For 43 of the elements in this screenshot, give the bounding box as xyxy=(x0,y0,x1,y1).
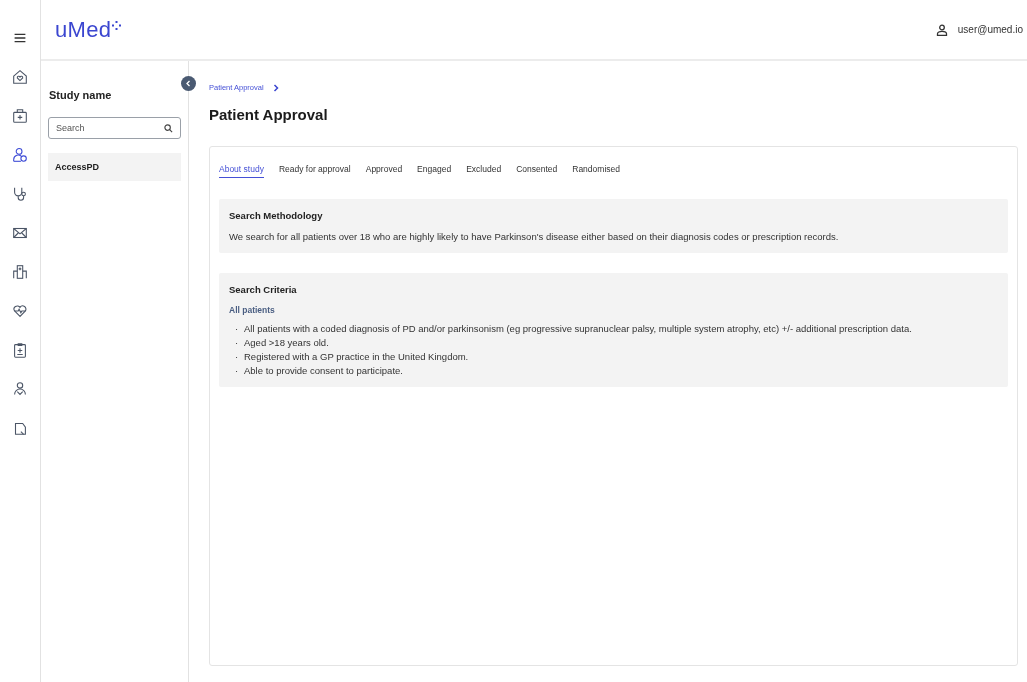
tab[interactable]: Approved xyxy=(365,164,403,178)
user-email[interactable]: user@umed.io xyxy=(957,24,1023,35)
medical-kit-icon xyxy=(11,107,29,125)
tab[interactable]: Ready for approval xyxy=(278,164,351,178)
bullet: · xyxy=(233,364,240,378)
bullet: · xyxy=(233,350,240,364)
stethoscope-icon xyxy=(11,185,29,203)
person-icon xyxy=(11,380,29,398)
clipboard-icon xyxy=(11,341,29,359)
nav-button[interactable] xyxy=(10,106,30,126)
nav-button[interactable] xyxy=(10,67,30,87)
chevron-right-icon xyxy=(272,83,279,92)
criteria-item: Aged >18 years old. xyxy=(244,336,329,350)
tab[interactable]: Excluded xyxy=(466,164,502,178)
section-title: Search Methodology xyxy=(229,210,324,221)
section-title: Search Criteria xyxy=(229,284,298,295)
criteria-subtitle: All patients xyxy=(229,305,276,315)
criteria-item: Able to provide consent to participate. xyxy=(244,364,403,378)
nav-button[interactable] xyxy=(10,145,30,165)
person-badge-icon xyxy=(11,146,29,164)
tab[interactable]: Randomised xyxy=(572,164,620,178)
methodology-text: We search for all patients over 18 who are highly likely to have Parkinson's disease either based on their diagnosis codes or prescription records. xyxy=(229,231,840,242)
criteria-item: Registered with a GP practice in the United Kingdom. xyxy=(244,350,469,364)
user-icon xyxy=(935,23,948,36)
study-item[interactable]: AccessPD xyxy=(48,153,181,181)
tab[interactable]: Engaged xyxy=(417,164,452,178)
chevron-left-icon xyxy=(185,80,192,87)
sparkle-icon xyxy=(112,20,122,30)
page-title: Patient Approval xyxy=(209,106,329,123)
heart-pulse-icon xyxy=(11,302,29,320)
panel-title: Study name xyxy=(49,89,113,101)
building-icon xyxy=(11,263,29,281)
nav-button[interactable] xyxy=(10,262,30,282)
logo-text: uMed xyxy=(55,16,112,43)
bullet: · xyxy=(233,336,240,350)
collapse-button[interactable] xyxy=(181,76,196,91)
criteria-item: All patients with a coded diagnosis of PD and/or parkinsonism (eg progressive supranuclear palsy, multiple system atrophy, etc) +/- additional prescription data. xyxy=(244,322,912,336)
tab[interactable]: Consented xyxy=(516,164,558,178)
search-field[interactable]: Search xyxy=(48,117,181,139)
search-icon xyxy=(164,124,173,133)
tab[interactable]: About study xyxy=(219,164,264,178)
bullet: · xyxy=(233,322,240,336)
house-icon xyxy=(11,68,29,86)
